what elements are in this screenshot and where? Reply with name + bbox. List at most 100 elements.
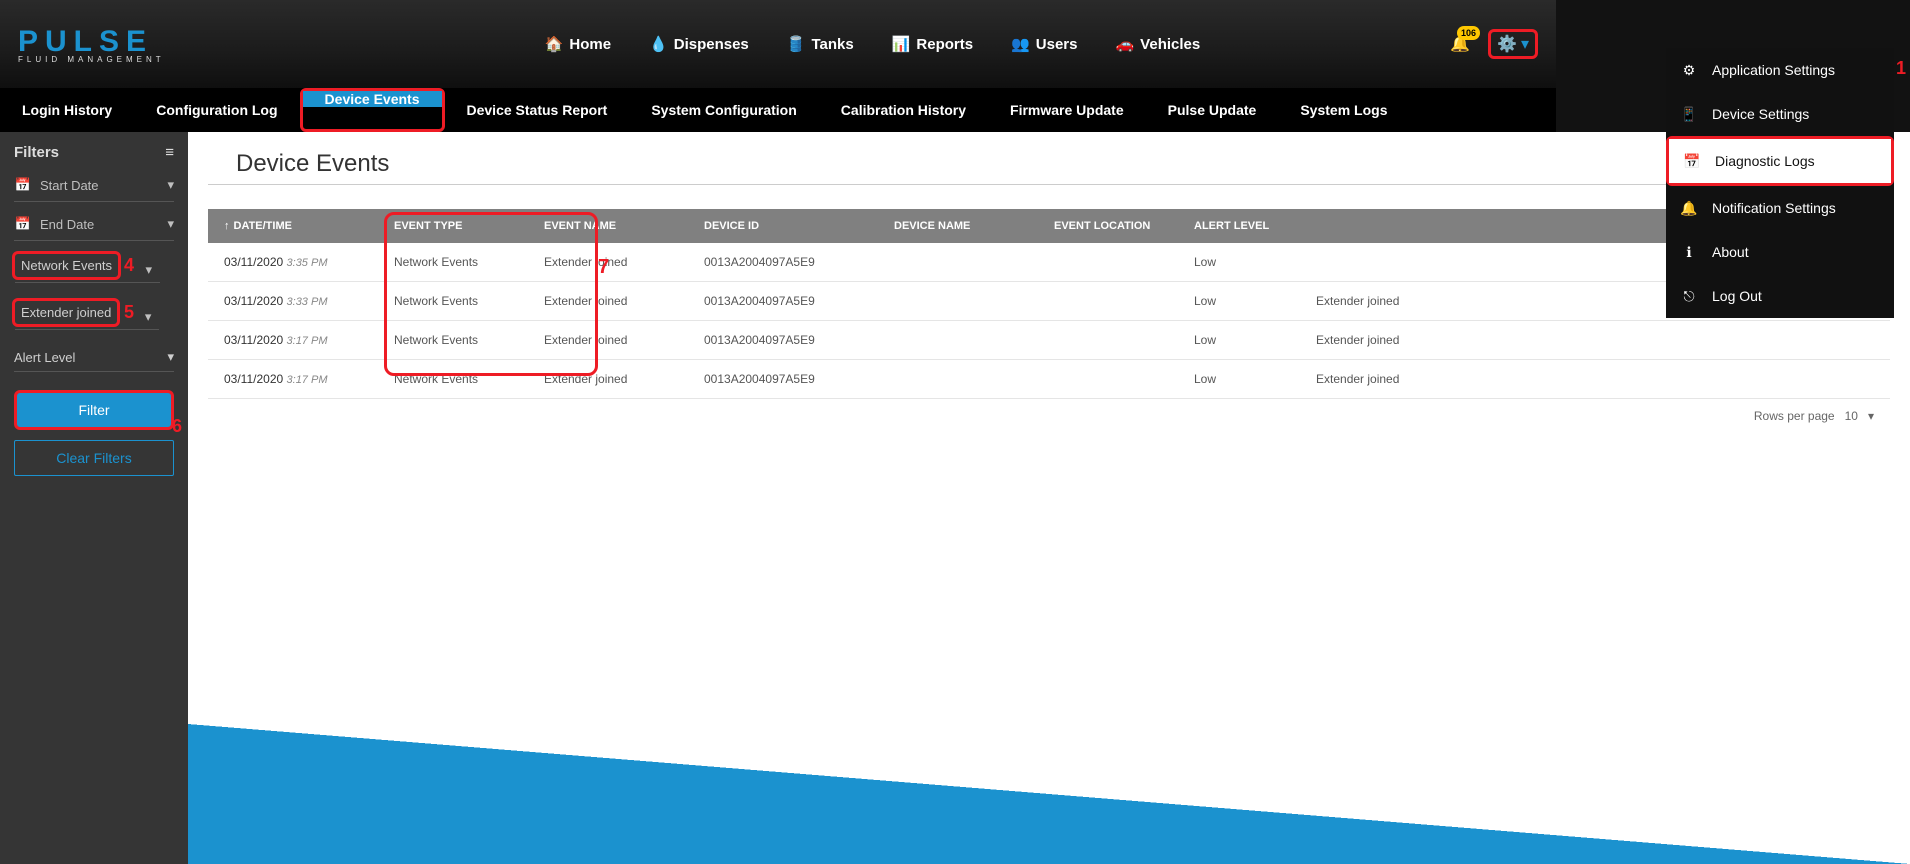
brand-subtitle: FLUID MANAGEMENT — [18, 55, 165, 64]
cell-alert-level: Low — [1194, 294, 1216, 308]
settings-item-application[interactable]: ⚙ Application Settings — [1666, 48, 1894, 92]
annotation-box-3: Device Events 3 — [300, 88, 445, 132]
settings-item-diagnostic[interactable]: 📅 Diagnostic Logs — [1669, 139, 1891, 183]
cell-event-name: Extender joined — [544, 255, 704, 269]
col-event-location[interactable]: EVENT LOCATION — [1054, 220, 1194, 232]
nav-tanks-label: Tanks — [811, 36, 853, 53]
clear-filters-label: Clear Filters — [56, 450, 131, 466]
annotation-1: 1 — [1896, 58, 1906, 79]
settings-item-logout-label: Log Out — [1712, 288, 1762, 304]
filter-start-date-label: Start Date — [40, 178, 99, 193]
chevron-down-icon: ▾ — [145, 309, 152, 325]
tab-device-events[interactable]: Device Events — [303, 91, 442, 107]
settings-item-application-label: Application Settings — [1712, 62, 1835, 78]
info-icon: ℹ — [1680, 244, 1698, 261]
gear-icon: ⚙️ — [1497, 34, 1517, 54]
cell-alert-level: Low — [1194, 333, 1216, 347]
tab-configuration-log[interactable]: Configuration Log — [134, 88, 299, 132]
settings-menu-trigger[interactable]: ⚙️ ▾ — [1488, 29, 1538, 59]
filter-button-label: Filter — [78, 402, 109, 418]
filter-alert-level[interactable]: Alert Level ▾ — [0, 343, 188, 371]
annotation-6: 6 — [172, 416, 182, 437]
brand-logo: PULSE FLUID MANAGEMENT — [18, 25, 165, 64]
cell-event-name: Extender joined — [544, 294, 704, 308]
filter-end-date[interactable]: 📅 End Date ▾ — [0, 208, 188, 240]
footer: ◆ GRACO — [188, 724, 1910, 864]
chevron-down-icon: ▾ — [167, 216, 174, 232]
cell-datetime: 03/11/2020 3:17 PM — [224, 372, 394, 386]
cell-event-type: Network Events — [394, 372, 544, 386]
settings-item-about[interactable]: ℹ About — [1666, 230, 1894, 274]
nav-home[interactable]: 🏠Home — [545, 35, 611, 53]
nav-vehicles-label: Vehicles — [1140, 36, 1200, 53]
diagnostic-tabs: Login History Configuration Log Device E… — [0, 88, 1556, 132]
nav-reports[interactable]: 📊Reports — [892, 35, 973, 53]
nav-home-label: Home — [569, 36, 611, 53]
settings-item-logout[interactable]: ⎋ Log Out — [1666, 274, 1894, 318]
filter-event-name[interactable]: Extender joined ▾ — [12, 298, 120, 327]
filter-event-type[interactable]: Network Events ▾ — [12, 251, 121, 280]
chevron-down-icon[interactable]: ▾ — [1868, 409, 1874, 423]
col-alert-level[interactable]: ALERT LEVEL — [1194, 220, 1269, 232]
table-row[interactable]: 03/11/2020 3:35 PMNetwork EventsExtender… — [208, 243, 1890, 282]
nav-tanks[interactable]: 🛢️Tanks — [787, 35, 854, 53]
notification-badge: 106 — [1457, 26, 1480, 40]
nav-dispenses[interactable]: 💧Dispenses — [649, 35, 749, 53]
vehicle-icon: 🚗 — [1115, 35, 1134, 53]
page-title: Device Events — [208, 132, 1890, 185]
annotation-5: 5 — [124, 302, 134, 323]
col-device-name[interactable]: DEVICE NAME — [894, 220, 1054, 232]
cell-event-type: Network Events — [394, 294, 544, 308]
annotation-7: 7 — [598, 256, 609, 279]
clear-filters-button[interactable]: Clear Filters — [14, 440, 174, 476]
table-row[interactable]: 03/11/2020 3:33 PMNetwork EventsExtender… — [208, 282, 1890, 321]
cell-extra: Extender joined — [1316, 372, 1399, 386]
tab-login-history[interactable]: Login History — [0, 88, 134, 132]
filter-button[interactable]: Filter — [14, 390, 174, 430]
cell-device-id: 0013A2004097A5E9 — [704, 372, 894, 386]
cell-datetime: 03/11/2020 3:17 PM — [224, 333, 394, 347]
settings-dropdown: ⚙ Application Settings 📱 Device Settings… — [1666, 48, 1894, 318]
filter-start-date[interactable]: 📅 Start Date ▾ — [0, 169, 188, 201]
events-table: ↑DATE/TIME EVENT TYPE EVENT NAME DEVICE … — [208, 209, 1890, 433]
table-header: ↑DATE/TIME EVENT TYPE EVENT NAME DEVICE … — [208, 209, 1890, 243]
filter-list-icon[interactable]: ≡ — [165, 144, 174, 161]
filter-event-type-value: Network Events — [21, 258, 112, 273]
table-row[interactable]: 03/11/2020 3:17 PMNetwork Events Extender… — [208, 321, 1890, 360]
col-datetime[interactable]: ↑DATE/TIME — [224, 220, 394, 232]
col-datetime-label: DATE/TIME — [234, 220, 292, 232]
drop-icon: 💧 — [649, 35, 668, 53]
main-content: Device Events ↑DATE/TIME EVENT TYPE EVEN… — [188, 132, 1910, 864]
device-icon: 📱 — [1680, 106, 1698, 123]
col-event-type[interactable]: EVENT TYPE — [394, 220, 544, 232]
settings-item-diagnostic-label: Diagnostic Logs — [1715, 153, 1815, 169]
filters-panel: Filters ≡ 📅 Start Date ▾ 📅 End Date ▾ Ne… — [0, 132, 188, 864]
tab-firmware-update[interactable]: Firmware Update — [988, 88, 1146, 132]
nav-users[interactable]: 👥Users — [1011, 35, 1077, 53]
tab-system-logs[interactable]: System Logs — [1278, 88, 1409, 132]
cell-extra: Extender joined — [1316, 333, 1399, 347]
settings-item-device[interactable]: 📱 Device Settings — [1666, 92, 1894, 136]
tab-pulse-update[interactable]: Pulse Update — [1146, 88, 1279, 132]
cell-alert-level: Low — [1194, 255, 1216, 269]
table-row[interactable]: 03/11/2020 3:17 PMNetwork EventsExtender… — [208, 360, 1890, 399]
cell-extra: Extender joined — [1316, 294, 1399, 308]
settings-item-notification-label: Notification Settings — [1712, 200, 1836, 216]
tab-calibration-history[interactable]: Calibration History — [819, 88, 988, 132]
table-pager: Rows per page 10 ▾ — [208, 399, 1890, 433]
col-device-id[interactable]: DEVICE ID — [704, 220, 894, 232]
settings-item-notification[interactable]: 🔔 Notification Settings — [1666, 186, 1894, 230]
tab-system-configuration[interactable]: System Configuration — [629, 88, 818, 132]
topbar: PULSE FLUID MANAGEMENT 🏠Home 💧Dispenses … — [0, 0, 1556, 88]
pager-value[interactable]: 10 — [1845, 409, 1858, 423]
tab-device-status-report[interactable]: Device Status Report — [445, 88, 630, 132]
nav-users-label: Users — [1036, 36, 1078, 53]
cell-event-type: Network Events — [394, 255, 544, 269]
nav-vehicles[interactable]: 🚗 Vehicles — [1115, 35, 1200, 53]
cell-event-type: Network Events — [394, 333, 544, 347]
cell-event-name: Extender joined — [544, 372, 704, 386]
chevron-down-icon: ▾ — [1521, 34, 1529, 54]
col-event-name[interactable]: EVENT NAME — [544, 220, 704, 232]
notifications-button[interactable]: 🔔 106 — [1450, 34, 1470, 54]
settings-item-device-label: Device Settings — [1712, 106, 1809, 122]
